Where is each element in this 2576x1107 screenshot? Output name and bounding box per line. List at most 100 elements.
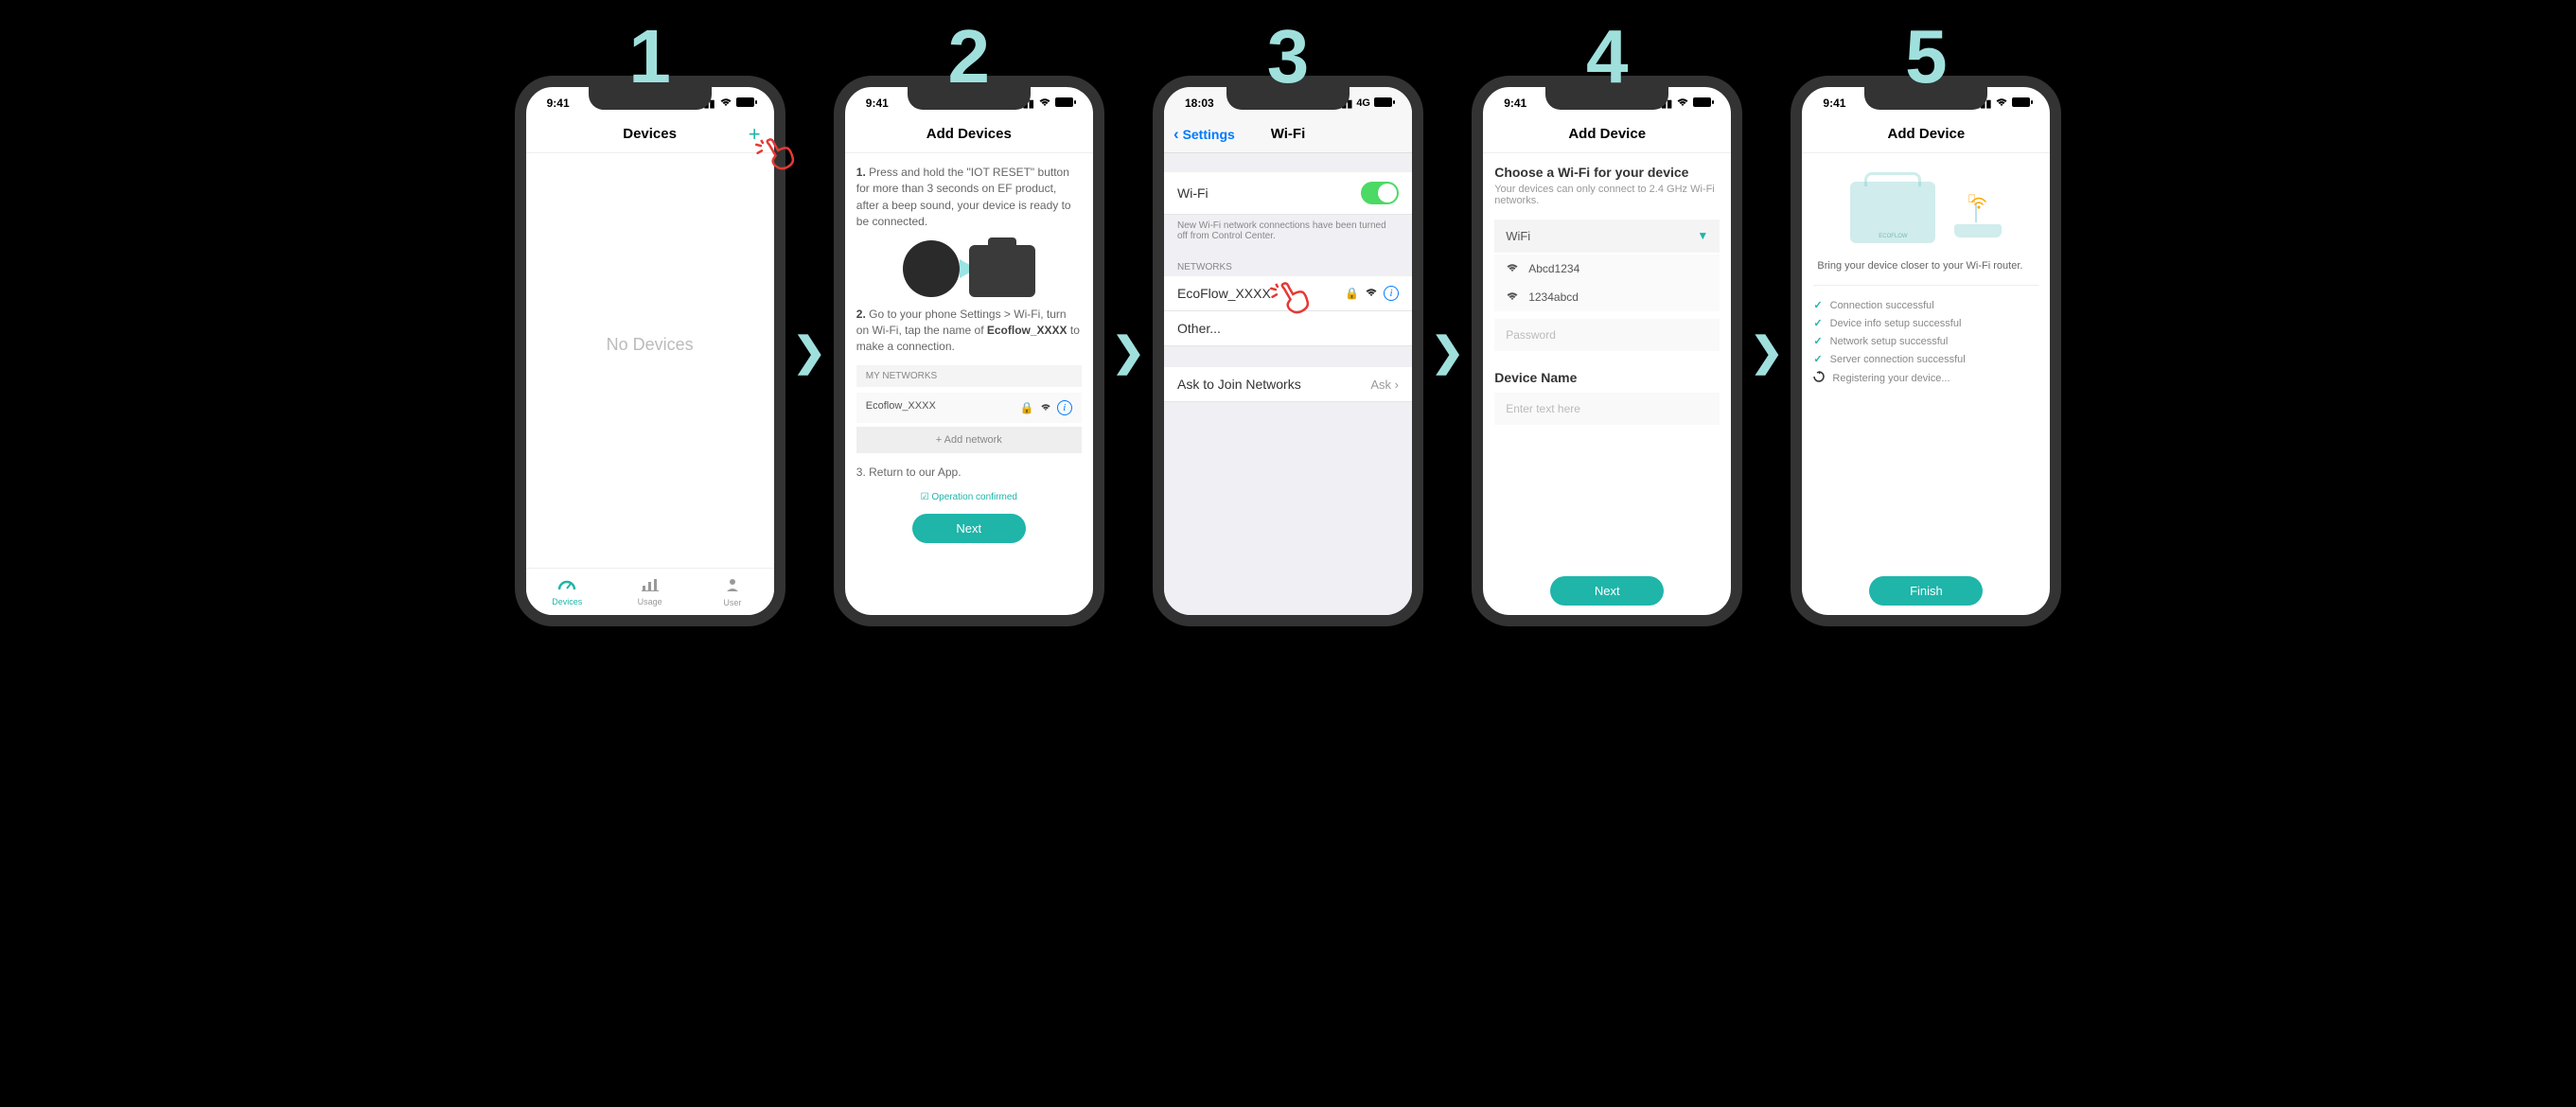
ask-label: Ask to Join Networks <box>1177 377 1301 392</box>
device-illustration <box>856 240 1082 297</box>
step-5: 5 9:41 ▮▮▮▮ Add Device <box>1791 19 2061 626</box>
password-input[interactable]: Password <box>1494 319 1720 351</box>
add-device-button[interactable]: + <box>749 122 761 147</box>
network-row-ecoflow[interactable]: EcoFlow_XXXX 🔒 i <box>1164 276 1412 311</box>
operation-confirmed-checkbox[interactable]: ☑ Operation confirmed <box>856 492 1082 502</box>
wifi-option[interactable]: 1234abcd <box>1494 283 1720 311</box>
info-icon[interactable]: i <box>1057 400 1072 415</box>
step-2: 2 9:41 ▮▮▮▮ Add Devices 1. Press and hol… <box>834 19 1104 626</box>
ecoflow-device-icon <box>1850 182 1935 243</box>
header: Add Device <box>1483 115 1731 153</box>
chevron-down-icon: ▼ <box>1697 229 1708 243</box>
status-time: 9:41 <box>866 97 889 110</box>
battery-icon <box>2012 97 2033 110</box>
wifi-icon <box>1506 290 1519 304</box>
wifi-icon <box>1676 97 1689 110</box>
phone-frame: 18:03 ▮▮▮▮ 4G ‹ Settings Wi-Fi Wi-Fi <box>1153 76 1423 626</box>
wifi-toggle[interactable] <box>1361 182 1399 204</box>
wifi-select[interactable]: WiFi ▼ <box>1494 220 1720 253</box>
router-tip: Bring your device closer to your Wi-Fi r… <box>1813 260 2038 286</box>
body: No Devices <box>526 153 774 568</box>
header: ‹ Settings Wi-Fi <box>1164 115 1412 153</box>
status-item: ✓ Device info setup successful <box>1813 317 2038 329</box>
page-title: Add Devices <box>926 126 1012 142</box>
notch <box>1864 85 1987 110</box>
wifi-option[interactable]: Abcd1234 <box>1494 255 1720 283</box>
phone-frame: 9:41 ▮▮▮▮ Devices + No Devices <box>515 76 785 626</box>
control-center-note: New Wi-Fi network connections have been … <box>1164 215 1412 247</box>
wifi-note: Your devices can only connect to 2.4 GHz… <box>1494 184 1720 206</box>
notch <box>1545 85 1668 110</box>
tab-label: Devices <box>552 597 582 606</box>
header: Devices + <box>526 115 774 153</box>
battery-icon <box>1374 97 1395 110</box>
check-icon: ✓ <box>1813 353 1822 365</box>
check-icon: ✓ <box>1813 335 1822 347</box>
tab-label: Usage <box>638 597 662 606</box>
next-button[interactable]: Next <box>1550 576 1664 606</box>
wifi-icon <box>1365 287 1378 300</box>
tab-label: User <box>723 598 741 607</box>
network-row[interactable]: Ecoflow_XXXX 🔒 i <box>856 393 1082 423</box>
wifi-label: Wi-Fi <box>1177 185 1209 201</box>
my-networks-label: MY NETWORKS <box>856 365 1082 387</box>
chevron-right-icon: › <box>1395 378 1399 392</box>
step-number: 1 <box>628 19 671 95</box>
ask-value: Ask › <box>1370 378 1399 392</box>
body: 1. Press and hold the "IOT RESET" button… <box>845 153 1093 568</box>
finish-button[interactable]: Finish <box>1869 576 1983 606</box>
network-type: 4G <box>1356 97 1370 109</box>
info-icon[interactable]: i <box>1384 286 1399 301</box>
status-time: 9:41 <box>1504 97 1526 110</box>
checkbox-icon: ☑ <box>921 492 929 502</box>
notch <box>1226 85 1350 110</box>
network-icons: 🔒 i <box>1345 286 1399 301</box>
gauge-icon <box>557 578 576 595</box>
tab-devices[interactable]: Devices <box>526 569 609 615</box>
phone-frame: 9:41 ▮▮▮▮ Add Device <box>1791 76 2061 626</box>
back-button[interactable]: ‹ Settings <box>1173 125 1235 144</box>
bars-icon <box>642 578 659 595</box>
status-item: ✓ Network setup successful <box>1813 335 2038 347</box>
other-network-row[interactable]: Other... <box>1164 311 1412 346</box>
notch <box>589 85 712 110</box>
status-time: 9:41 <box>1823 97 1845 110</box>
step-number: 4 <box>1586 19 1629 95</box>
lock-icon: 🔒 <box>1345 287 1359 300</box>
step-number: 5 <box>1905 19 1948 95</box>
lock-icon: 🔒 <box>1020 401 1034 414</box>
device-name-input[interactable]: Enter text here <box>1494 393 1720 425</box>
body: Wi-Fi New Wi-Fi network connections have… <box>1164 153 1412 615</box>
tabbar: Devices Usage User <box>526 568 774 615</box>
next-button[interactable]: Next <box>912 514 1026 543</box>
tab-usage[interactable]: Usage <box>609 569 691 615</box>
other-label: Other... <box>1177 321 1221 336</box>
ask-to-join-row[interactable]: Ask to Join Networks Ask › <box>1164 367 1412 402</box>
battery-icon <box>736 97 757 110</box>
phone-frame: 9:41 ▮▮▮▮ Add Devices 1. Press and hold … <box>834 76 1104 626</box>
step-3: 3 18:03 ▮▮▮▮ 4G ‹ Settings Wi-Fi <box>1153 19 1423 626</box>
device-name-label: Device Name <box>1494 370 1720 385</box>
tab-user[interactable]: User <box>691 569 773 615</box>
body: Bring your device closer to your Wi-Fi r… <box>1802 153 2050 615</box>
chevron-left-icon: ‹ <box>1173 125 1179 143</box>
ef-device-icon <box>969 245 1035 297</box>
section-networks: NETWORKS <box>1164 247 1412 276</box>
spinner-icon <box>1813 371 1825 385</box>
chevron-right-icon: ❯ <box>1750 328 1783 375</box>
connection-illustration <box>1813 182 2038 243</box>
page-title: Add Device <box>1568 126 1646 142</box>
status-item: Registering your device... <box>1813 371 2038 385</box>
steps-row: 1 9:41 ▮▮▮▮ Devices + N <box>9 19 2567 626</box>
chevron-right-icon: ❯ <box>793 328 826 375</box>
chevron-right-icon: ❯ <box>1112 328 1145 375</box>
instruction-3: 3. Return to our App. <box>856 465 1082 481</box>
add-network-button[interactable]: + Add network <box>856 427 1082 453</box>
user-icon <box>725 577 740 596</box>
wifi-icon <box>1995 97 2008 110</box>
ssid: EcoFlow_XXXX <box>1177 286 1271 301</box>
wifi-icon <box>1506 262 1519 275</box>
check-icon: ✓ <box>1813 299 1822 311</box>
iot-reset-button-icon <box>903 240 960 297</box>
network-icons: 🔒 i <box>1020 400 1072 415</box>
